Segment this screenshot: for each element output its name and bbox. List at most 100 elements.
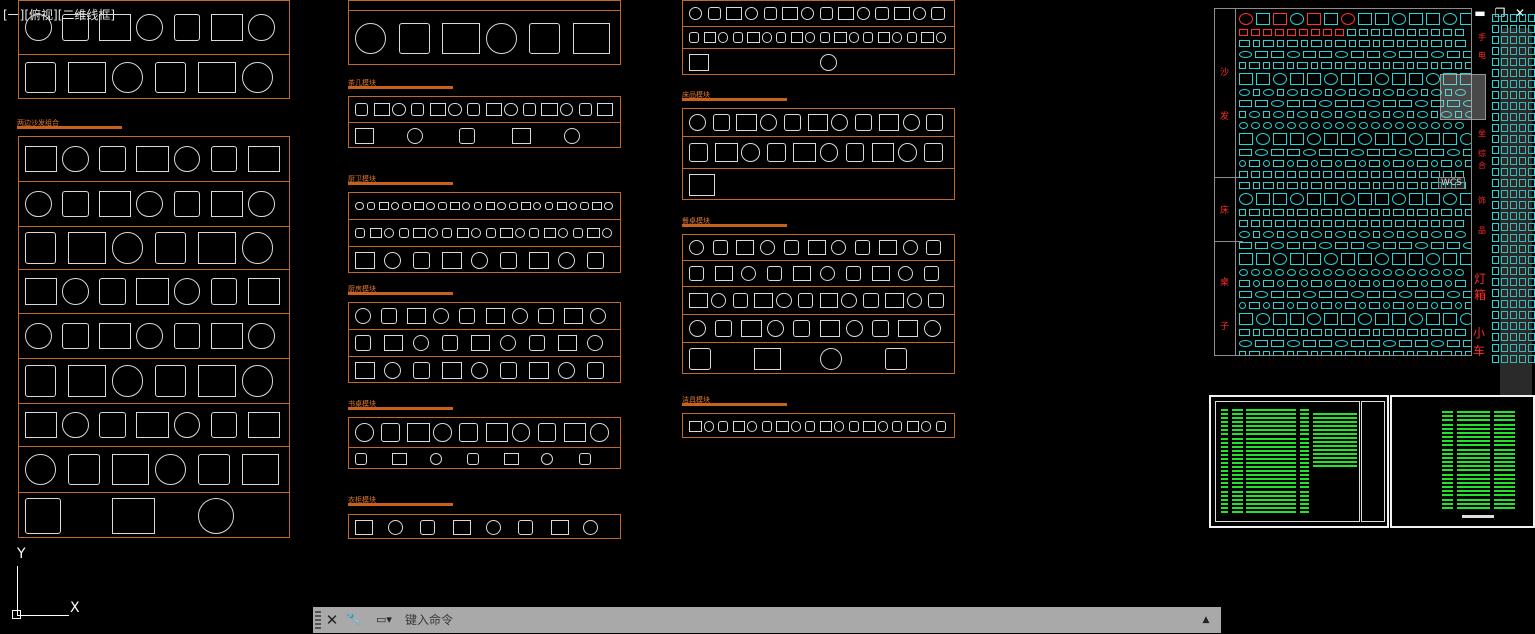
table-cell — [1442, 440, 1454, 443]
command-history-icon[interactable]: ▭▾ — [370, 610, 398, 630]
block-symbol — [518, 520, 534, 535]
library-symbol — [1358, 253, 1372, 265]
library-symbol — [1373, 329, 1380, 336]
library-symbol — [1371, 269, 1380, 276]
expand-history-icon[interactable]: ▲ — [1197, 610, 1215, 630]
library-symbol — [1249, 62, 1260, 69]
block-symbol — [459, 128, 476, 144]
block-symbol — [25, 365, 57, 397]
block-symbol — [210, 278, 238, 305]
block-symbol — [871, 320, 889, 337]
library-label-small: 品 — [1478, 226, 1486, 235]
viewport-minimize-icon[interactable]: ▬ — [1474, 7, 1486, 19]
close-icon[interactable]: ✕ — [323, 610, 341, 630]
library-symbol — [1349, 40, 1356, 47]
block-symbol — [198, 453, 230, 486]
block-symbol — [369, 227, 382, 239]
library-symbol — [1373, 231, 1380, 238]
block-symbol — [689, 174, 716, 196]
settings-icon[interactable]: 🔧 — [345, 610, 363, 630]
block-symbol — [426, 201, 435, 211]
command-line-grip[interactable] — [315, 611, 321, 629]
library-symbol — [1287, 29, 1296, 36]
library-symbol — [1395, 122, 1404, 129]
scale-bar — [1462, 515, 1494, 518]
block-symbol — [398, 227, 409, 239]
block-symbol — [537, 423, 557, 442]
table-cell — [1246, 482, 1296, 485]
library-symbol — [1335, 40, 1346, 47]
block-row — [349, 448, 620, 470]
library-symbol — [1303, 149, 1316, 156]
library-symbol — [1251, 171, 1260, 178]
block-symbol — [210, 190, 243, 218]
library-symbol — [1297, 111, 1308, 118]
library-symbol — [1321, 351, 1332, 355]
bedding-box — [682, 108, 955, 200]
library-symbol — [1460, 313, 1471, 325]
block-symbol — [25, 278, 58, 305]
table-cell — [1442, 448, 1454, 451]
library-symbol — [1359, 351, 1366, 355]
library-symbol — [1345, 351, 1356, 355]
library-symbol — [1321, 62, 1332, 69]
table-cell — [1313, 441, 1357, 443]
library-symbol — [1407, 122, 1416, 129]
table-cell — [1456, 456, 1491, 459]
block-title-underline — [348, 86, 453, 89]
library-symbol — [1325, 89, 1332, 96]
library-symbol — [1311, 89, 1322, 96]
library-symbol — [1287, 160, 1294, 167]
library-symbol — [1501, 14, 1508, 22]
viewcube[interactable] — [1440, 74, 1486, 120]
block-symbol — [747, 421, 758, 432]
block-row — [19, 359, 289, 404]
library-symbol — [1347, 122, 1356, 129]
library-symbol — [1445, 280, 1452, 287]
block-symbol — [819, 266, 835, 281]
wcs-menu[interactable]: WCS — [1438, 177, 1465, 189]
block-symbol — [597, 102, 614, 117]
library-symbol — [1323, 29, 1332, 36]
block-symbol — [25, 322, 52, 350]
library-symbol — [1251, 122, 1260, 129]
library-symbol — [1299, 122, 1308, 129]
block-symbol — [247, 322, 275, 350]
library-symbol — [1492, 157, 1499, 165]
library-label-small: 合 — [1478, 161, 1486, 170]
command-input[interactable] — [401, 610, 1199, 630]
block-symbol — [355, 128, 375, 144]
block-symbol — [583, 520, 599, 535]
block-symbol — [241, 365, 273, 397]
block-symbol — [831, 240, 847, 255]
library-symbol — [1239, 313, 1253, 325]
library-symbol — [1311, 280, 1322, 287]
library-symbol — [1253, 280, 1260, 287]
library-symbol — [1375, 73, 1389, 85]
library-symbol — [1335, 29, 1344, 36]
table-cell — [1456, 427, 1491, 430]
navigation-bar[interactable] — [1500, 28, 1532, 428]
block-symbol — [819, 32, 830, 43]
library-symbol — [1421, 89, 1428, 96]
block-symbol — [247, 278, 280, 305]
table-cell — [1246, 425, 1296, 428]
library-symbol — [1373, 280, 1380, 287]
library-symbol — [1311, 40, 1322, 47]
table-cell — [1221, 502, 1229, 505]
middle-top-box — [348, 0, 621, 65]
table-cell — [1221, 449, 1229, 452]
library-symbol — [1335, 269, 1344, 276]
library-symbol — [1395, 29, 1404, 36]
block-symbol — [834, 421, 845, 432]
table-cell — [1221, 437, 1229, 440]
block-title-underline — [682, 98, 787, 101]
library-symbol — [1263, 351, 1270, 355]
library-symbol — [1371, 171, 1380, 178]
library-symbol — [1256, 73, 1270, 85]
block-symbol — [863, 32, 874, 43]
table-cell — [1300, 506, 1310, 509]
library-symbol — [1441, 62, 1452, 69]
library-symbol — [1277, 280, 1284, 287]
library-symbol — [1492, 355, 1499, 363]
